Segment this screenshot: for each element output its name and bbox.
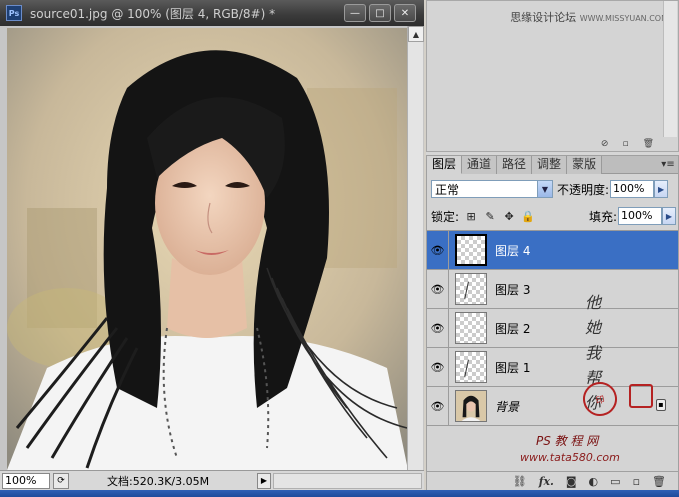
ps-tutorial-watermark: PS 教 程 网 xyxy=(536,434,599,448)
eye-icon[interactable]: 👁 xyxy=(427,387,449,425)
tab-paths[interactable]: 路径 xyxy=(497,156,533,174)
document-window: Ps source01.jpg @ 100% (图层 4, RGB/8#) * … xyxy=(0,0,424,490)
trash-icon[interactable]: 🗑 xyxy=(643,139,654,149)
right-panel-dock: 思缘设计论坛 WWW.MISSYUAN.COM ⊘ ▫ 🗑 图层 通道 路径 调… xyxy=(426,0,679,497)
close-button[interactable]: ✕ xyxy=(394,4,416,22)
opacity-label: 不透明度: xyxy=(557,182,610,197)
upper-panel: 思缘设计论坛 WWW.MISSYUAN.COM ⊘ ▫ 🗑 xyxy=(426,0,679,152)
photoshop-workspace: Ps source01.jpg @ 100% (图层 4, RGB/8#) * … xyxy=(0,0,679,497)
horizontal-scrollbar[interactable] xyxy=(273,472,422,489)
document-title: source01.jpg @ 100% (图层 4, RGB/8#) * xyxy=(30,6,276,21)
layer-name[interactable]: 图层 4 xyxy=(495,242,530,259)
layer-row-4[interactable]: 👁 图层 4 xyxy=(427,231,678,270)
vertical-scrollbar[interactable]: ▲ xyxy=(407,26,424,470)
window-controls: — □ ✕ xyxy=(344,4,416,22)
lock-transparency-icon[interactable]: ⊞ xyxy=(464,209,478,223)
chevron-down-icon[interactable]: ▼ xyxy=(537,181,552,197)
canvas-area[interactable] xyxy=(0,26,424,470)
layer-name[interactable]: 图层 1 xyxy=(495,359,530,376)
minimize-button[interactable]: — xyxy=(344,4,366,22)
tab-adjustments[interactable]: 调整 xyxy=(532,156,568,174)
background-lock-icon: ▪ xyxy=(656,399,666,411)
new-item-icon[interactable]: ▫ xyxy=(622,139,628,149)
lock-paint-brush-icon[interactable]: ✎ xyxy=(483,209,497,223)
panel-tabs: 图层 通道 路径 调整 蒙版 ▾≡ xyxy=(427,156,678,174)
fill-label: 填充: xyxy=(588,209,617,224)
layer-thumbnail xyxy=(455,312,487,344)
blend-mode-value: 正常 xyxy=(435,182,460,197)
layer-row-3[interactable]: 👁 图层 3 xyxy=(427,270,678,309)
status-refresh-icon[interactable]: ⟳ xyxy=(53,472,69,489)
adjustment-icon[interactable]: ◐ xyxy=(589,475,599,488)
tab-layers[interactable]: 图层 xyxy=(427,156,463,174)
tutorial-url-watermark: www.tata580.com xyxy=(520,451,620,464)
fill-slider-arrow-icon[interactable]: ▶ xyxy=(662,207,676,225)
panel-menu-icon[interactable]: ▾≡ xyxy=(658,156,678,173)
blend-mode-select[interactable]: 正常 ▼ xyxy=(431,180,553,198)
tab-masks[interactable]: 蒙版 xyxy=(567,156,603,174)
lock-move-icon[interactable]: ✥ xyxy=(502,209,516,223)
fx-icon[interactable]: fx. xyxy=(539,475,554,488)
tab-channels[interactable]: 通道 xyxy=(462,156,498,174)
blend-opacity-row: 正常 ▼ 不透明度: 100% ▶ xyxy=(431,179,676,199)
layer-name[interactable]: 图层 2 xyxy=(495,320,530,337)
upper-panel-footer: ⊘ ▫ 🗑 xyxy=(427,137,678,151)
upper-panel-scrollbar[interactable] xyxy=(663,1,677,137)
maximize-button[interactable]: □ xyxy=(369,4,391,22)
site-watermark-top: 思缘设计论坛 WWW.MISSYUAN.COM xyxy=(510,9,668,25)
layer-row-2[interactable]: 👁 图层 2 xyxy=(427,309,678,348)
background-thumbnail xyxy=(455,390,487,422)
trash-icon[interactable]: 🗑 xyxy=(652,475,666,488)
document-size-readout: 文档:520.3K/3.05M xyxy=(107,474,210,488)
portrait-photo[interactable] xyxy=(7,28,408,470)
folder-icon[interactable]: ▭ xyxy=(610,475,620,488)
os-taskbar-strip xyxy=(0,490,679,497)
lock-label: 锁定: xyxy=(431,209,460,224)
scroll-up-icon[interactable]: ▲ xyxy=(408,26,424,42)
new-layer-icon[interactable]: ▫ xyxy=(633,475,640,488)
no-entry-icon[interactable]: ⊘ xyxy=(601,139,609,149)
layer-thumbnail xyxy=(455,351,487,383)
eye-icon[interactable]: 👁 xyxy=(427,270,449,308)
layer-name[interactable]: 图层 3 xyxy=(495,281,530,298)
layer-name[interactable]: 背景 xyxy=(495,398,519,415)
photoshop-app-icon: Ps xyxy=(6,5,22,21)
document-status-bar: 100% ⟳ 文档:520.3K/3.05M ▶ xyxy=(0,470,424,490)
site-name: 思缘设计论坛 xyxy=(510,11,577,24)
link-icon[interactable]: ⛓ xyxy=(513,475,527,488)
eye-icon[interactable]: 👁 xyxy=(427,348,449,386)
site-url: WWW.MISSYUAN.COM xyxy=(579,14,668,23)
mask-icon[interactable]: ◙ xyxy=(566,475,577,488)
opacity-slider-arrow-icon[interactable]: ▶ xyxy=(654,180,669,198)
layer-row-1[interactable]: 👁 图层 1 xyxy=(427,348,678,387)
fill-input[interactable]: 100% xyxy=(618,207,662,225)
eye-icon[interactable]: 👁 xyxy=(427,231,449,269)
lock-fill-row: 锁定: ⊞ ✎ ✥ 🔒 填充: 100% ▶ xyxy=(431,206,676,226)
eye-icon[interactable]: 👁 xyxy=(427,309,449,347)
opacity-input[interactable]: 100% xyxy=(610,180,655,198)
layers-panel-footer: ⛓ fx. ◙ ◐ ▭ ▫ 🗑 xyxy=(427,471,678,491)
lock-all-icon[interactable]: 🔒 xyxy=(521,209,535,223)
layer-thumbnail xyxy=(455,234,487,266)
document-titlebar[interactable]: Ps source01.jpg @ 100% (图层 4, RGB/8#) * … xyxy=(0,0,424,26)
small-seal-stamp xyxy=(629,384,653,408)
layer-thumbnail xyxy=(455,273,487,305)
status-menu-arrow-icon[interactable]: ▶ xyxy=(257,472,271,489)
zoom-level-field[interactable]: 100% xyxy=(2,472,50,489)
